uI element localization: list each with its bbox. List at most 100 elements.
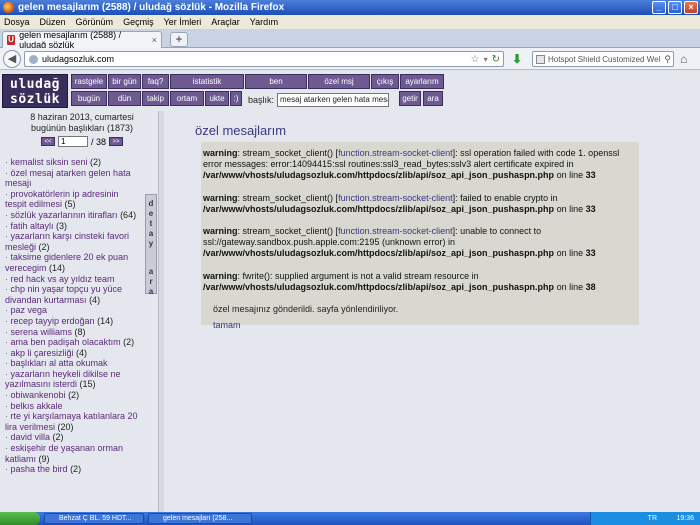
- topic-list-item[interactable]: · obiwankenobi (2): [5, 390, 142, 401]
- menu-duzen[interactable]: Düzen: [40, 17, 66, 27]
- nav-dun[interactable]: dün: [108, 91, 141, 106]
- topic-title[interactable]: başlıkları al atta okumak: [11, 358, 108, 368]
- topic-list-item[interactable]: · ama ben padişah olacaktım (2): [5, 337, 142, 348]
- topic-list-item[interactable]: · taksime gidenlere 20 ek puan verecegim…: [5, 252, 142, 273]
- topic-title[interactable]: david villa: [11, 432, 51, 442]
- getir-button[interactable]: getir: [399, 91, 421, 106]
- nav-cikis[interactable]: çıkış: [371, 74, 399, 89]
- nav-takip[interactable]: takip: [142, 91, 169, 106]
- taskbar-item-behzat[interactable]: Behzat Ç BL. 59 HDT...: [44, 513, 144, 524]
- menu-dosya[interactable]: Dosya: [4, 17, 30, 27]
- url-text[interactable]: uludagsozluk.com: [42, 54, 114, 64]
- topic-list-item[interactable]: · yazarların karşı cinsteki favori mesle…: [5, 231, 142, 252]
- topic-list-item[interactable]: · recep tayyip erdoğan (14): [5, 316, 142, 327]
- warning-function-link[interactable]: function.stream-socket-client: [338, 226, 453, 236]
- tab-close-icon[interactable]: ×: [152, 35, 157, 45]
- menu-araclar[interactable]: Araçlar: [211, 17, 240, 27]
- topic-list-item[interactable]: · red hack vs ay yıldız team: [5, 274, 142, 285]
- site-logo[interactable]: uludağ sözlük: [2, 74, 68, 108]
- topic-title[interactable]: paz vega: [11, 305, 48, 315]
- topic-title[interactable]: red hack vs ay yıldız team: [11, 274, 115, 284]
- back-button[interactable]: ◀: [3, 50, 21, 68]
- search-bar[interactable]: Hotspot Shield Customized Wel ⚲: [532, 51, 674, 67]
- topic-title[interactable]: obiwankenobi: [11, 390, 66, 400]
- topic-title[interactable]: taksime gidenlere 20 ek puan verecegim: [5, 252, 128, 273]
- prev-page-button[interactable]: <<: [40, 137, 55, 146]
- search-placeholder[interactable]: Hotspot Shield Customized Wel: [548, 55, 660, 64]
- topic-title[interactable]: akp li çaresizliği: [11, 348, 74, 358]
- nav-rastgele[interactable]: rastgele: [71, 74, 107, 89]
- topic-list-item[interactable]: · rte yi karşılamaya katılanlara 20 lira…: [5, 411, 142, 432]
- reload-icon[interactable]: ↻: [492, 54, 500, 65]
- menu-yer-imleri[interactable]: Yer İmleri: [164, 17, 202, 27]
- nav-bir-gun[interactable]: bir gün: [108, 74, 141, 89]
- topic-title[interactable]: sözlük yazarlarının itirafları: [11, 210, 118, 220]
- language-indicator[interactable]: TR: [648, 515, 657, 522]
- topic-list-item[interactable]: · pasha the bird (2): [5, 464, 142, 475]
- topic-title[interactable]: belkıs akkale: [11, 401, 63, 411]
- menu-gorunum[interactable]: Görünüm: [76, 17, 114, 27]
- nav-faq[interactable]: faq?: [142, 74, 169, 89]
- bookmark-star-icon[interactable]: ☆: [471, 54, 480, 65]
- url-dropdown-icon[interactable]: ▾: [484, 55, 488, 64]
- topic-title[interactable]: serena williams: [11, 327, 73, 337]
- search-engine-icon[interactable]: [536, 54, 545, 64]
- topic-list-item[interactable]: · sözlük yazarlarının itirafları (64): [5, 210, 142, 221]
- nav-ben[interactable]: ben: [245, 74, 307, 89]
- tamam-link[interactable]: tamam: [203, 320, 631, 330]
- maximize-icon[interactable]: □: [668, 1, 682, 14]
- minimize-icon[interactable]: _: [652, 1, 666, 14]
- home-icon[interactable]: ⌂: [680, 52, 687, 66]
- topic-title[interactable]: provokatörlerin ip adresinin tespit edil…: [5, 189, 119, 210]
- start-button[interactable]: [0, 512, 40, 525]
- download-icon[interactable]: ⬇: [512, 52, 522, 66]
- topic-list-item[interactable]: · özel mesaj atarken gelen hata mesajı: [5, 168, 142, 189]
- url-bar[interactable]: uludagsozluk.com ☆ ▾ ↻: [24, 51, 504, 67]
- topic-title[interactable]: eskişehir de yaşanan orman katliamı: [5, 443, 123, 464]
- taskbar-item-firefox[interactable]: gelen mesajları (258...: [148, 513, 252, 524]
- warning-function-link[interactable]: function.stream-socket-client: [338, 148, 453, 158]
- topic-title[interactable]: recep tayyip erdoğan: [11, 316, 95, 326]
- nav-ortam[interactable]: ortam: [170, 91, 204, 106]
- topic-title[interactable]: yazarların heykeli dikilse ne yazılmasın…: [5, 369, 121, 390]
- topic-list-item[interactable]: · paz vega: [5, 305, 142, 316]
- nav-smiley[interactable]: :): [230, 91, 242, 106]
- baslik-input[interactable]: mesaj atarken gelen hata mesajı: [277, 93, 390, 107]
- page-select[interactable]: 1: [57, 136, 88, 147]
- menu-yardim[interactable]: Yardım: [250, 17, 278, 27]
- nav-ukte[interactable]: ukte: [205, 91, 229, 106]
- topic-list-item[interactable]: · chp nin yaşar topçu yu yüce divandan k…: [5, 284, 142, 305]
- today-topics-count[interactable]: bugünün başlıkları (1873): [2, 123, 162, 134]
- sidebar-scrollbar[interactable]: [158, 111, 164, 512]
- warning-function-link[interactable]: function.stream-socket-client: [338, 193, 453, 203]
- topic-title[interactable]: pasha the bird: [11, 464, 68, 474]
- topic-list-item[interactable]: · fatih altaylı (3): [5, 221, 142, 232]
- topic-list-item[interactable]: · başlıkları al atta okumak: [5, 358, 142, 369]
- topic-title[interactable]: kemalist siksin seni: [11, 157, 88, 167]
- next-page-button[interactable]: >>: [109, 137, 123, 146]
- menu-gecmis[interactable]: Geçmiş: [123, 17, 154, 27]
- topic-list-item[interactable]: · belkıs akkale: [5, 401, 142, 412]
- topic-list-item[interactable]: · david villa (2): [5, 432, 142, 443]
- topic-list-item[interactable]: · provokatörlerin ip adresinin tespit ed…: [5, 189, 142, 210]
- nav-bugun[interactable]: bugün: [71, 91, 107, 106]
- topic-title[interactable]: chp nin yaşar topçu yu yüce divandan kur…: [5, 284, 122, 305]
- topic-title[interactable]: fatih altaylı: [11, 221, 54, 231]
- nav-ozel-msj[interactable]: özel msj: [308, 74, 370, 89]
- topic-title[interactable]: yazarların karşı cinsteki favori mesleği: [5, 231, 129, 252]
- topic-list-item[interactable]: · yazarların heykeli dikilse ne yazılmas…: [5, 369, 142, 390]
- topic-list-item[interactable]: · serena williams (8): [5, 327, 142, 338]
- ara-button[interactable]: ara: [423, 91, 443, 106]
- nav-ayarlarim[interactable]: ayarlarım: [400, 74, 444, 89]
- topic-title[interactable]: ama ben padişah olacaktım: [11, 337, 121, 347]
- topic-list-item[interactable]: · eskişehir de yaşanan orman katliamı (9…: [5, 443, 142, 464]
- new-tab-button[interactable]: +: [170, 32, 188, 47]
- topic-list-item[interactable]: · akp li çaresizliği (4): [5, 348, 142, 359]
- topic-title[interactable]: özel mesaj atarken gelen hata mesajı: [5, 168, 131, 189]
- topic-list-item[interactable]: · kemalist siksin seni (2): [5, 157, 142, 168]
- detay-ara-tab[interactable]: d e t a y a r a: [145, 194, 157, 296]
- browser-tab[interactable]: U gelen mesajlarım (2588) / uludağ sözlü…: [2, 30, 162, 50]
- close-icon[interactable]: ×: [684, 1, 698, 14]
- nav-istatistik[interactable]: istatistik: [170, 74, 244, 89]
- search-icon[interactable]: ⚲: [664, 54, 671, 65]
